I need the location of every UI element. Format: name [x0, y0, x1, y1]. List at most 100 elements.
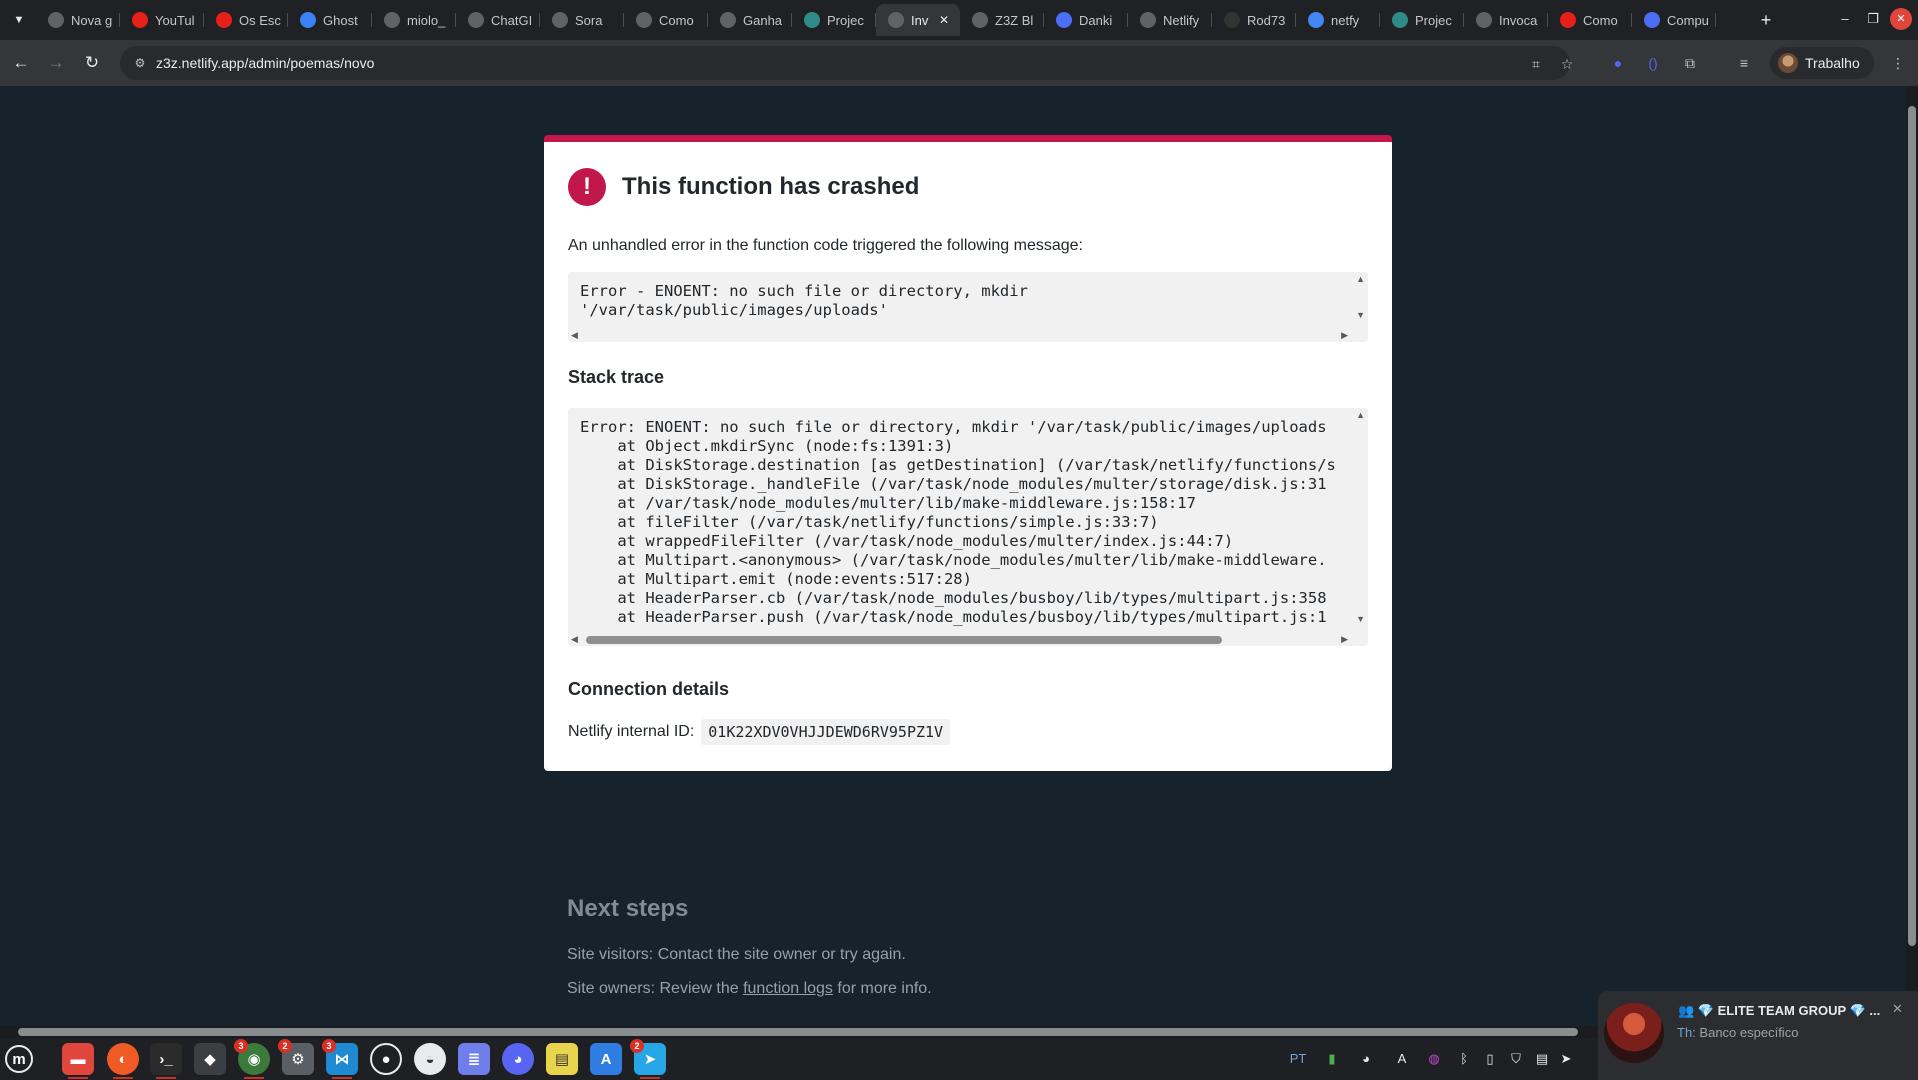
stack-trace-box[interactable]: Error: ENOENT: no such file or directory… — [568, 408, 1368, 646]
alert-icon: ! — [568, 168, 606, 206]
back-button[interactable]: ← — [9, 51, 33, 75]
close-window-button[interactable]: ✕ — [1890, 8, 1912, 30]
media-controls-icon[interactable]: ≡ — [1732, 51, 1756, 75]
font-tray-icon[interactable]: A — [1392, 1049, 1412, 1069]
tab-19[interactable]: Compu — [1632, 4, 1716, 36]
url-text[interactable]: z3z.netlify.app/admin/poemas/novo — [156, 55, 374, 71]
tab-2[interactable]: Os Esc — [204, 4, 288, 36]
maximize-button[interactable]: ❐ — [1862, 8, 1884, 30]
new-tab-button[interactable]: + — [1754, 8, 1778, 32]
profile-button[interactable]: Trabalho — [1770, 47, 1874, 79]
error-message: Error - ENOENT: no such file or director… — [580, 282, 1028, 319]
vscode-icon[interactable]: ⋈ 3 — [322, 1039, 358, 1079]
firefox-icon[interactable]: ◐ — [107, 1043, 139, 1079]
tab-1[interactable]: YouTul — [120, 4, 204, 36]
internal-id-label: Netlify internal ID: — [568, 723, 695, 740]
error-message-box[interactable]: Error - ENOENT: no such file or director… — [568, 272, 1368, 342]
disk-app-icon[interactable]: ◒ — [414, 1043, 446, 1075]
font-app-icon[interactable]: A — [590, 1043, 622, 1075]
translate-icon[interactable]: ⌗ — [1525, 53, 1547, 75]
update-manager-icon[interactable]: ⚙ 2 — [278, 1039, 314, 1075]
tab-8[interactable]: Ganha — [708, 4, 792, 36]
lock-tray-icon[interactable]: ▮ — [1322, 1049, 1342, 1069]
tab-label: YouTul — [155, 12, 195, 28]
files-icon[interactable]: ▬ — [62, 1043, 94, 1079]
tab-6[interactable]: Sora — [540, 4, 624, 36]
ghost-icon — [300, 12, 316, 28]
discord-icon[interactable]: ◕ — [502, 1043, 534, 1075]
owners-text: Site owners: Review the function logs fo… — [567, 980, 932, 998]
scroll-left-arrow-icon[interactable]: ◀ — [571, 330, 578, 341]
tab-15[interactable]: netfy — [1296, 4, 1380, 36]
page-vertical-scrollbar[interactable] — [1906, 86, 1918, 1030]
keyboard-language-indicator[interactable]: PT — [1287, 1049, 1309, 1069]
openai-icon — [468, 12, 484, 28]
tab-13[interactable]: Netlify — [1128, 4, 1212, 36]
owners-text-prefix: Site owners: Review the — [567, 980, 744, 997]
notes-tray-icon[interactable]: ▤ — [1534, 1049, 1550, 1069]
site-info-icon[interactable]: ⚙ — [130, 53, 150, 73]
tab-label: netfy — [1331, 12, 1360, 28]
tab-list: Nova g YouTul Os Esc Ghost miolo_ ChatGI Sora C… — [36, 4, 1716, 36]
tab-search-button[interactable]: ▼ — [8, 9, 30, 31]
close-icon[interactable]: ✕ — [1892, 1001, 1903, 1017]
notes-icon[interactable]: ▤ — [546, 1043, 578, 1075]
chrome-icon[interactable]: ◉ 3 — [234, 1039, 270, 1079]
text-editor-icon[interactable]: ≣ — [458, 1043, 490, 1075]
vertical-scrollbar-thumb[interactable] — [1908, 106, 1916, 946]
discord-extension-icon[interactable]: ● — [1606, 51, 1630, 75]
tab-4[interactable]: miolo_ — [372, 4, 456, 36]
function-logs-link[interactable]: function logs — [743, 980, 833, 997]
extensions-puzzle-icon[interactable]: ⧉ — [1678, 51, 1702, 75]
shield-tray-icon[interactable]: ⛉ — [1508, 1049, 1524, 1069]
discord-tray-icon[interactable]: ◕ — [1356, 1049, 1376, 1069]
telegram-tray-icon[interactable]: ➤ — [1558, 1049, 1574, 1069]
scroll-down-arrow-icon[interactable]: ▼ — [1356, 310, 1365, 320]
horizontal-scrollbar-thumb[interactable] — [18, 1028, 1578, 1036]
tab-11[interactable]: Z3Z Bl — [960, 4, 1044, 36]
bird-app-icon[interactable]: ◆ — [194, 1043, 226, 1075]
tab-9[interactable]: Projec — [792, 4, 876, 36]
address-bar[interactable]: ⚙ z3z.netlify.app/admin/poemas/novo ⌗ ☆ — [120, 46, 1573, 80]
minimize-button[interactable]: – — [1834, 8, 1856, 30]
horizontal-scrollbar-thumb[interactable] — [586, 636, 1222, 644]
tab-7[interactable]: Como — [624, 4, 708, 36]
tab-5[interactable]: ChatGI — [456, 4, 540, 36]
forward-button[interactable]: → — [44, 51, 68, 75]
scroll-up-arrow-icon[interactable]: ▲ — [1356, 410, 1365, 420]
scroll-left-arrow-icon[interactable]: ◀ — [571, 634, 578, 645]
bookmark-star-icon[interactable]: ☆ — [1556, 53, 1578, 75]
tab-0[interactable]: Nova g — [36, 4, 120, 36]
scroll-right-arrow-icon[interactable]: ▶ — [1341, 634, 1348, 645]
openai-icon — [720, 12, 736, 28]
tab-3[interactable]: Ghost — [288, 4, 372, 36]
tab-label: Ghost — [323, 12, 358, 28]
tab-label: Danki — [1079, 12, 1113, 28]
browser-toolbar: ← → ↻ ⚙ z3z.netlify.app/admin/poemas/nov… — [0, 40, 1918, 86]
firefox-dev-tray-icon[interactable]: ◍ — [1424, 1049, 1444, 1069]
close-tab-icon[interactable]: ✕ — [936, 13, 952, 27]
reload-button[interactable]: ↻ — [80, 51, 104, 75]
tab-18[interactable]: Como — [1548, 4, 1632, 36]
scroll-down-arrow-icon[interactable]: ▼ — [1356, 614, 1365, 624]
scroll-up-arrow-icon[interactable]: ▲ — [1356, 274, 1365, 284]
obs-icon[interactable]: ● — [370, 1043, 402, 1075]
globe-icon — [384, 12, 400, 28]
telegram-icon[interactable]: ➤ 2 — [630, 1039, 666, 1079]
bluetooth-tray-icon[interactable]: ᛒ — [1456, 1049, 1472, 1069]
notification-toast[interactable]: 👥 💎 ELITE TEAM GROUP 💎 ... Th: Banco esp… — [1598, 991, 1918, 1080]
notification-title-text: 💎 ELITE TEAM GROUP 💎 ... — [1697, 1003, 1881, 1018]
start-menu-icon[interactable]: m — [5, 1045, 33, 1073]
tab-12[interactable]: Danki — [1044, 4, 1128, 36]
terminal-icon[interactable]: ›_ — [150, 1043, 182, 1079]
scroll-right-arrow-icon[interactable]: ▶ — [1341, 330, 1348, 341]
tab-14[interactable]: Rod73 — [1212, 4, 1296, 36]
chrome-menu-icon[interactable]: ⋮ — [1886, 51, 1910, 75]
clipboard-tray-icon[interactable]: ▯ — [1482, 1049, 1498, 1069]
brackets-extension-icon[interactable]: () — [1641, 51, 1665, 75]
notification-message: Banco específico — [1699, 1025, 1799, 1040]
tab-10[interactable]: Inv ✕ — [876, 4, 960, 36]
tab-16[interactable]: Projec — [1380, 4, 1464, 36]
sora-icon — [552, 12, 568, 28]
tab-17[interactable]: Invoca — [1464, 4, 1548, 36]
